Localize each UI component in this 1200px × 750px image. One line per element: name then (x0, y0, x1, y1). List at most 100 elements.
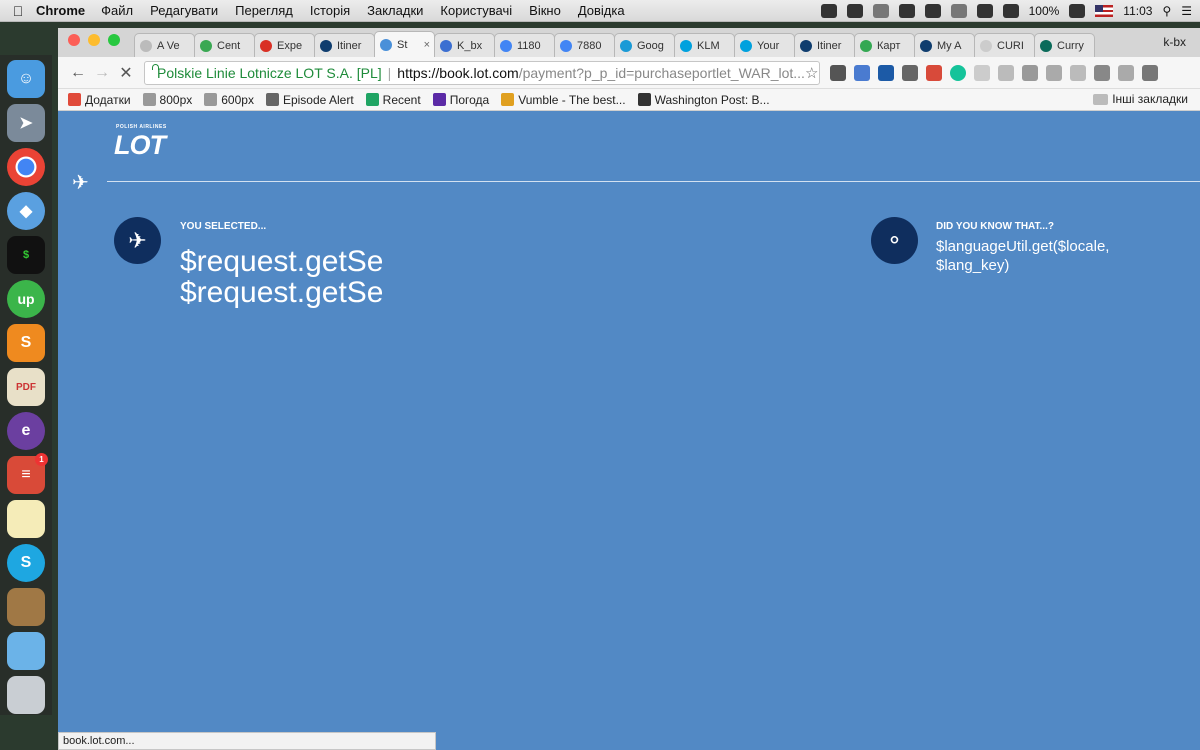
url-host[interactable]: https://book.lot.com (397, 65, 518, 81)
extension-icon-10[interactable] (1046, 64, 1062, 81)
menu-file[interactable]: Файл (101, 3, 133, 18)
bookmark-washington-post[interactable]: Washington Post: B... (637, 93, 770, 107)
vumble-icon (501, 93, 515, 106)
trash-icon[interactable] (7, 676, 45, 714)
google-drive-icon (365, 93, 379, 106)
bookmark-600px[interactable]: 600px (204, 93, 254, 107)
browser-tab[interactable]: CURI (974, 33, 1035, 57)
volume-icon[interactable] (1002, 4, 1019, 18)
browser-tab[interactable]: St × (374, 31, 435, 57)
zoom-window-button[interactable] (108, 34, 120, 46)
back-button[interactable]: ← (66, 64, 90, 82)
emacs-icon[interactable]: e (7, 412, 45, 450)
bookmark-extension-icon[interactable] (926, 64, 942, 81)
pocket-extension-icon[interactable] (830, 64, 846, 81)
grammarly-extension-icon[interactable] (950, 64, 966, 81)
site-identity[interactable]: Polskie Linie Lotnicze LOT S.A. [PL] (157, 65, 382, 81)
wifi-icon[interactable] (976, 4, 993, 18)
browser-tab[interactable]: Your (734, 33, 795, 57)
menu-history[interactable]: Історія (310, 3, 350, 18)
languagetool-extension-icon[interactable] (878, 64, 894, 81)
browser-tab[interactable]: Itiner (314, 33, 375, 57)
extension-icon-13[interactable] (1118, 64, 1134, 81)
translate-extension-icon[interactable] (854, 64, 870, 81)
menu-edit[interactable]: Редагувати (150, 3, 218, 18)
ublock-extension-icon[interactable] (902, 64, 918, 81)
chrome-menu-icon[interactable] (1142, 64, 1158, 81)
skype-tray-icon[interactable] (820, 4, 837, 18)
notification-center-icon[interactable]: ☰ (1181, 4, 1192, 18)
tab-favicon-icon (920, 39, 932, 52)
menu-window[interactable]: Вікно (529, 3, 561, 18)
chrome-icon[interactable] (7, 148, 45, 186)
todoist-badge: 1 (35, 453, 48, 466)
preview-pdf-icon[interactable]: PDF (7, 368, 45, 406)
downloads-folder-icon[interactable] (7, 632, 45, 670)
close-tab-icon[interactable]: × (424, 39, 430, 51)
browser-tab[interactable]: A Ve (134, 33, 195, 57)
battery-icon[interactable] (1069, 4, 1086, 18)
browser-tab[interactable]: My A (914, 33, 975, 57)
browser-tab[interactable]: Expe (254, 33, 315, 57)
terminal-icon[interactable]: $ (7, 236, 45, 274)
browser-tab[interactable]: KLM (674, 33, 735, 57)
browser-tab[interactable]: 1180 (494, 33, 555, 57)
browser-tab[interactable]: Curry (1034, 33, 1095, 57)
tab-favicon-icon (800, 39, 812, 52)
us-flag-input-icon[interactable] (1095, 5, 1114, 17)
menu-help[interactable]: Довідка (578, 3, 625, 18)
extension-icon-11[interactable] (1070, 64, 1086, 81)
browser-tab[interactable]: Goog (614, 33, 675, 57)
todoist-icon[interactable]: ≡ 1 (7, 453, 48, 494)
apple-icon[interactable]:  (0, 3, 36, 19)
url-path[interactable]: /payment?p_p_id=purchaseportlet_WAR_lot.… (519, 65, 805, 81)
bookmark-vumble[interactable]: Vumble - The best... (501, 93, 626, 107)
skype-icon[interactable]: S (7, 544, 45, 582)
extension-icon-9[interactable] (1022, 64, 1038, 81)
browser-tab[interactable]: Itiner (794, 33, 855, 57)
spotlight-search-icon[interactable]: ⚲ (1162, 4, 1171, 18)
airplay-icon[interactable] (924, 4, 941, 18)
keychain-lock-icon[interactable]: ◆ (7, 192, 45, 230)
desktop-number-icon[interactable] (872, 4, 889, 18)
display-tray-icon[interactable] (898, 4, 915, 18)
finder-icon[interactable]: ☺ (7, 60, 45, 98)
bookmark-weather[interactable]: Погода (432, 93, 489, 107)
menu-bookmarks[interactable]: Закладки (367, 3, 423, 18)
extension-icon-12[interactable] (1094, 64, 1110, 81)
contacts-icon[interactable] (7, 588, 45, 626)
minimize-window-button[interactable] (88, 34, 100, 46)
lot-logo[interactable]: POLISH AIRLINES LOT (114, 124, 167, 161)
close-window-button[interactable] (68, 34, 80, 46)
app-name-menu[interactable]: Chrome (36, 3, 85, 18)
clock[interactable]: 11:03 (1123, 4, 1152, 18)
bookmark-episode-alert[interactable]: Episode Alert (265, 92, 354, 107)
profile-name[interactable]: k-bx (1163, 35, 1186, 49)
bookmark-label: Episode Alert (282, 92, 354, 107)
extension-icon-8[interactable] (998, 64, 1014, 81)
address-bar[interactable]: Polskie Linie Lotnicze LOT S.A. [PL] | h… (144, 60, 820, 85)
other-bookmarks[interactable]: Інші закладки (1093, 92, 1188, 106)
notes-icon[interactable] (7, 500, 45, 538)
dropbox-tray-icon[interactable] (846, 4, 863, 18)
battery-percent[interactable]: 100% (1029, 4, 1060, 18)
forward-button[interactable]: → (90, 64, 114, 82)
tab-favicon-icon (620, 39, 632, 52)
sublime-text-icon[interactable]: S (7, 324, 45, 362)
stop-loading-button[interactable]: ✕ (114, 63, 138, 83)
launchpad-icon[interactable]: ➤ (7, 104, 45, 142)
bookmark-apps[interactable]: Додатки (68, 93, 131, 107)
bookmark-recent[interactable]: Recent (365, 93, 421, 107)
extension-icon-7[interactable] (974, 64, 990, 81)
airplane-icon: ✈ (114, 217, 161, 264)
browser-tab[interactable]: Cent (194, 33, 255, 57)
browser-tab[interactable]: Карт (854, 33, 915, 57)
bookmark-star-icon[interactable]: ☆ (805, 64, 818, 82)
menu-users[interactable]: Користувачі (440, 3, 512, 18)
browser-tab[interactable]: 7880 (554, 33, 615, 57)
menu-view[interactable]: Перегляд (235, 3, 293, 18)
browser-tab[interactable]: K_bx (434, 33, 495, 57)
bookmark-800px[interactable]: 800px (142, 93, 192, 107)
upwork-icon[interactable]: up (7, 280, 45, 318)
activity-graph-icon[interactable] (950, 4, 967, 18)
